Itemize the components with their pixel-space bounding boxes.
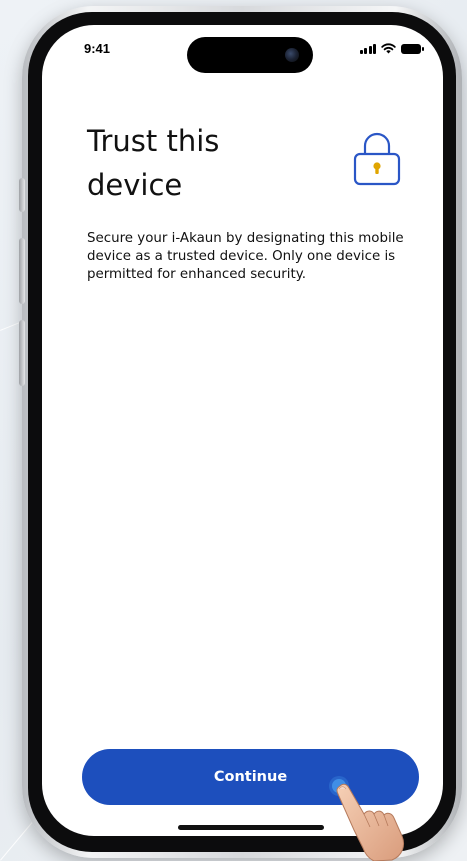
description-text: Secure your i-Akaun by designating this … [87,231,404,282]
action-button [19,178,25,212]
home-indicator[interactable] [178,825,324,830]
volume-up-button [19,238,25,304]
status-bar: 9:41 [42,25,443,79]
status-icons [359,43,424,54]
lock-icon [353,132,401,186]
camera-icon [285,48,299,62]
pointing-hand-icon [336,783,405,861]
phone-screen: 9:41 Trust this device Secure your i-Aka… [42,25,443,836]
dynamic-island [187,37,313,73]
signal-icon [359,43,376,54]
page-title: Trust this device [87,124,220,202]
wifi-icon [381,43,396,54]
volume-down-button [19,320,25,386]
status-time: 9:41 [84,41,111,56]
battery-icon [401,43,424,54]
